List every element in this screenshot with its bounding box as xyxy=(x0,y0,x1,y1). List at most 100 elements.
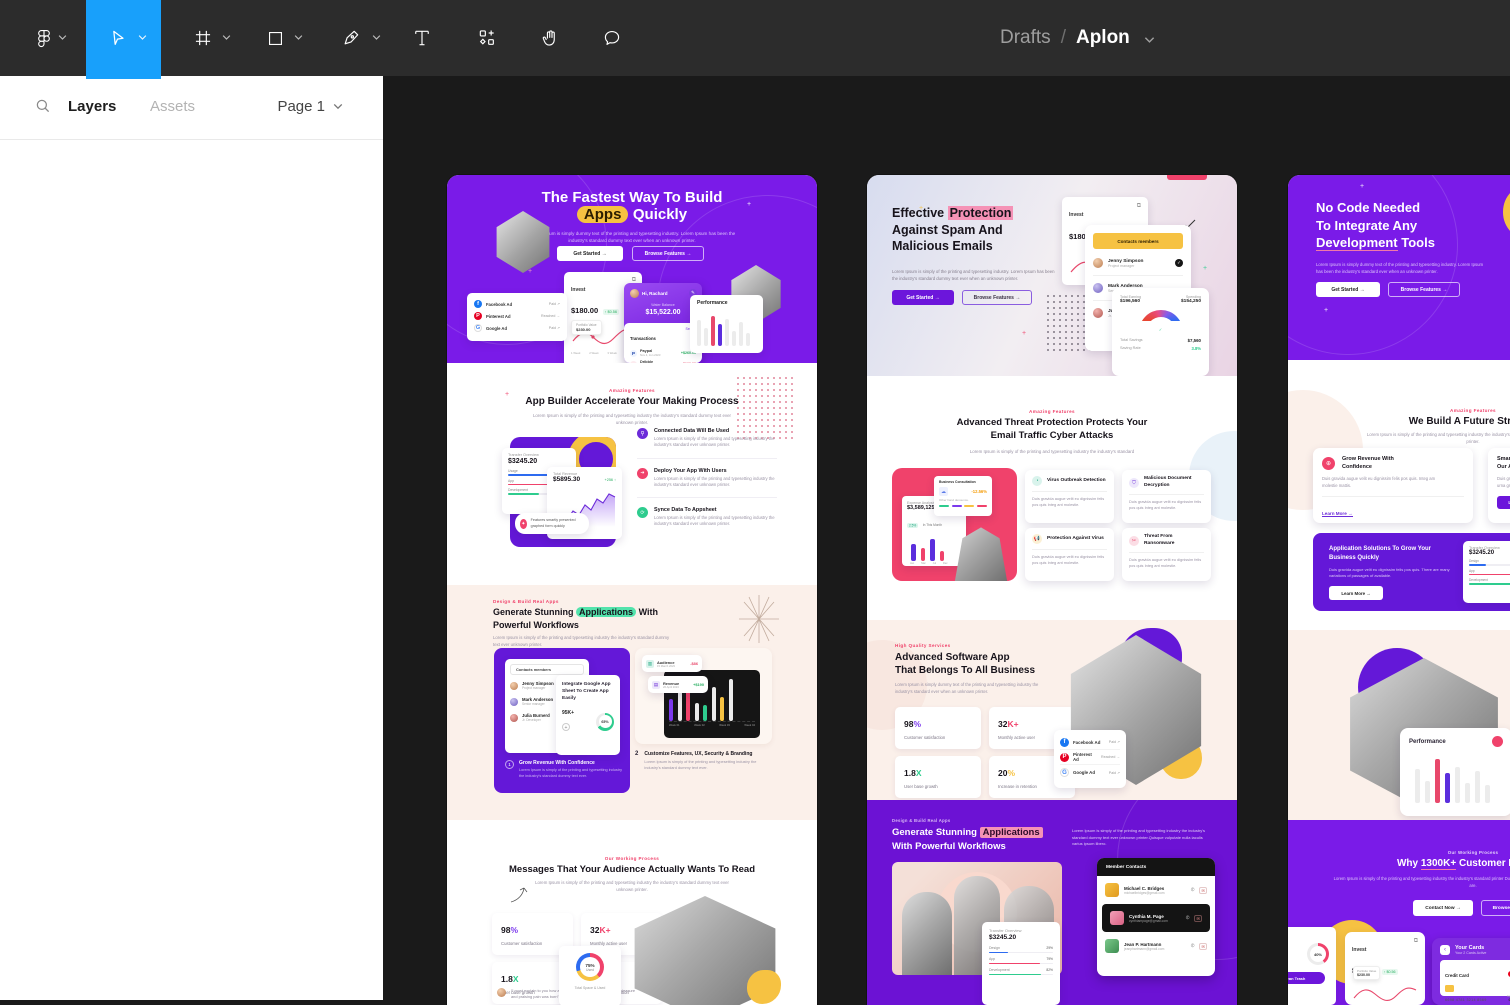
social-row: G Google Ad Paid ↗ xyxy=(474,322,560,334)
rectangle-icon xyxy=(266,29,285,48)
chevron-down-icon[interactable] xyxy=(138,34,147,41)
f2-workflows-tag: Design & Build Real Apps xyxy=(892,818,950,823)
layers-panel-header: Layers Assets Page 1 xyxy=(0,76,383,140)
f3-invest-card: Invest ⧉ $180.00 ↑ $0.56 Portfolio Value… xyxy=(1345,932,1425,1005)
f1-get-started-button[interactable]: Get Started → xyxy=(557,246,623,261)
audience-badge: ▥ Audience 15 March 2023 -$86 xyxy=(642,655,702,672)
f3-browse-features-button2[interactable]: Browse Features → xyxy=(1481,900,1510,916)
f1-features-section: + + Amazing Features App Builder Acceler… xyxy=(447,363,817,585)
sync-icon: ⟳ xyxy=(637,507,648,518)
tx-row: P Paypal Nov 4, Jun 2023 +$260.00 xyxy=(630,349,696,357)
f1-performance-card: Performance xyxy=(690,295,763,353)
f3-get-started-button[interactable]: Get Started → xyxy=(1316,282,1380,297)
learn-more-link[interactable]: Learn More → xyxy=(1322,511,1353,517)
f3-features-section: Amazing Features We Build A Future Strat… xyxy=(1288,360,1510,630)
resources-tool-button[interactable] xyxy=(464,0,510,76)
doodle-decoration xyxy=(509,886,531,906)
shape-tool-button[interactable] xyxy=(248,0,316,76)
f3-contact-now-button[interactable]: Contact Now → xyxy=(1413,900,1473,916)
f2-features-tag: Amazing Features xyxy=(867,409,1237,414)
f3-hero-section: + + No Code Needed To Integrate Any Deve… xyxy=(1288,175,1510,360)
mail-icon[interactable]: ✉ xyxy=(1194,915,1202,922)
f1-hero-title-rest: Quickly xyxy=(633,206,687,223)
move-tool-button[interactable] xyxy=(86,0,161,76)
f1-hero-title-line1: The Fastest Way To Build xyxy=(447,189,817,206)
pen-tool-button[interactable] xyxy=(322,0,394,76)
avatar xyxy=(1110,911,1124,925)
chevron-down-icon[interactable] xyxy=(372,34,381,41)
back-icon[interactable]: ‹ xyxy=(1440,945,1450,955)
chevron-down-icon[interactable] xyxy=(1144,36,1155,44)
canvas-frame-home[interactable]: + + The Fastest Way To Build Apps Quickl… xyxy=(447,175,817,1005)
f1-hero-subtitle: Lorem Ipsum is simply dummy text of the … xyxy=(522,230,742,245)
chevron-down-icon[interactable] xyxy=(222,34,231,41)
figma-menu-button[interactable] xyxy=(14,0,74,76)
canvas-frame-nocode[interactable]: + + No Code Needed To Integrate Any Deve… xyxy=(1288,175,1510,1005)
f1-workflows-subtitle: Lorem Ipsum is simply of the printing an… xyxy=(493,635,673,649)
f1-features-tag: Amazing Features xyxy=(447,388,817,393)
feature-card: ⛉ Malicious Document Decryption Duis gra… xyxy=(1122,470,1211,523)
stat-card: 98% Customer satisfaction xyxy=(895,707,981,749)
breadcrumb-file[interactable]: Aplon xyxy=(1076,27,1130,49)
f2-services-section: High Quality Services Advanced Software … xyxy=(867,620,1237,800)
deploy-icon: ➜ xyxy=(637,468,648,479)
f1-hero-section: + + The Fastest Way To Build Apps Quickl… xyxy=(447,175,817,363)
f2-member-contacts-card: Member Contacts Michael C. Bridges micha… xyxy=(1097,858,1215,976)
f1-hero-title-highlight: Apps xyxy=(577,206,629,223)
sparkle-icon: + xyxy=(1360,183,1364,190)
threat-icon: ✂ xyxy=(1129,536,1139,546)
hand-tool-button[interactable] xyxy=(527,0,573,76)
f1-title-highlight: Applications xyxy=(576,607,636,617)
bookmark-icon: ⧉ xyxy=(1414,938,1418,945)
f3-process-section: Our Working Process Why 1300K+ Customer … xyxy=(1288,820,1510,1005)
f2-social-card: f Facebook Ad Paid ↗ P Pinterest Ad Reac… xyxy=(1054,730,1126,788)
breadcrumb-folder[interactable]: Drafts xyxy=(1000,27,1051,49)
f3-feature-card-1: ⊕ Grow Revenue With Confidence Duis grav… xyxy=(1313,448,1473,523)
pinterest-icon: P xyxy=(1060,753,1069,762)
f2-hero-section: + + + Effective Protection Against Spam … xyxy=(867,175,1237,376)
contact-row-active: Cynthia M. Page cynthiampage@gmail.com ✆… xyxy=(1102,904,1210,932)
phone-icon[interactable]: ✆ xyxy=(1191,943,1195,949)
breadcrumb: Drafts / Aplon xyxy=(1000,0,1155,76)
f1-workflows-section: Design & Build Real Apps Generate Stunni… xyxy=(447,585,817,820)
bulb-icon: ⚲ xyxy=(637,428,648,439)
transactions-label: Transactions xyxy=(630,336,656,341)
text-tool-button[interactable] xyxy=(400,0,444,76)
f2-browse-features-button[interactable]: Browse Features → xyxy=(962,290,1032,305)
comment-bubble-icon xyxy=(602,28,622,48)
chevron-down-icon[interactable] xyxy=(294,34,303,41)
pen-icon xyxy=(341,28,361,48)
tab-assets[interactable]: Assets xyxy=(150,98,195,115)
learn-more-button[interactable]: Learn More → xyxy=(1497,496,1510,509)
sparkle-icon: + xyxy=(734,363,738,365)
trash-ring: 40% xyxy=(1307,943,1329,965)
audience-icon: ▥ xyxy=(646,660,654,668)
page-selector[interactable]: Page 1 xyxy=(277,98,343,115)
banner-learn-more-button[interactable]: Learn More → xyxy=(1329,586,1383,600)
f3-browse-features-button[interactable]: Browse Features → xyxy=(1388,282,1460,297)
f2-get-started-button[interactable]: Get Started → xyxy=(892,290,954,305)
nav-accent-tab xyxy=(1167,175,1207,180)
revenue-badge: ▤ Revenue 26 April 2023 +$190 xyxy=(648,676,708,693)
mail-icon[interactable]: ✉ xyxy=(1199,943,1207,950)
mail-icon[interactable]: ✉ xyxy=(1199,887,1207,894)
shield-icon: ⛉ xyxy=(1129,478,1139,488)
f2-title-highlight: Protection xyxy=(948,206,1014,220)
phone-icon[interactable]: ✆ xyxy=(1186,915,1190,921)
f1-process-tag: Our Working Process xyxy=(447,856,817,861)
google-icon: G xyxy=(474,324,482,332)
components-icon xyxy=(477,28,497,48)
frame-tool-button[interactable] xyxy=(175,0,245,76)
clean-trash-button[interactable]: Clean Trash xyxy=(1288,972,1325,984)
phone-icon[interactable]: ✆ xyxy=(1191,887,1195,893)
feature-card: ✂ Threat From Ransomware Duis gravida au… xyxy=(1122,528,1211,581)
tab-layers[interactable]: Layers xyxy=(68,98,116,115)
move-cursor-icon xyxy=(108,28,128,48)
canvas-frame-protection[interactable]: + + + Effective Protection Against Spam … xyxy=(867,175,1237,1005)
f3-your-cards-card: ‹ Your Cards Your 2 Cards Active Credit … xyxy=(1432,938,1510,1005)
f2-transfer-card: Transfer Overview $3245.20 Design29% App… xyxy=(982,922,1060,1005)
f1-browse-features-button[interactable]: Browse Features → xyxy=(632,246,704,261)
f1-features-title: App Builder Accelerate Your Making Proce… xyxy=(447,396,817,407)
search-icon[interactable] xyxy=(34,97,52,115)
comment-tool-button[interactable] xyxy=(589,0,635,76)
